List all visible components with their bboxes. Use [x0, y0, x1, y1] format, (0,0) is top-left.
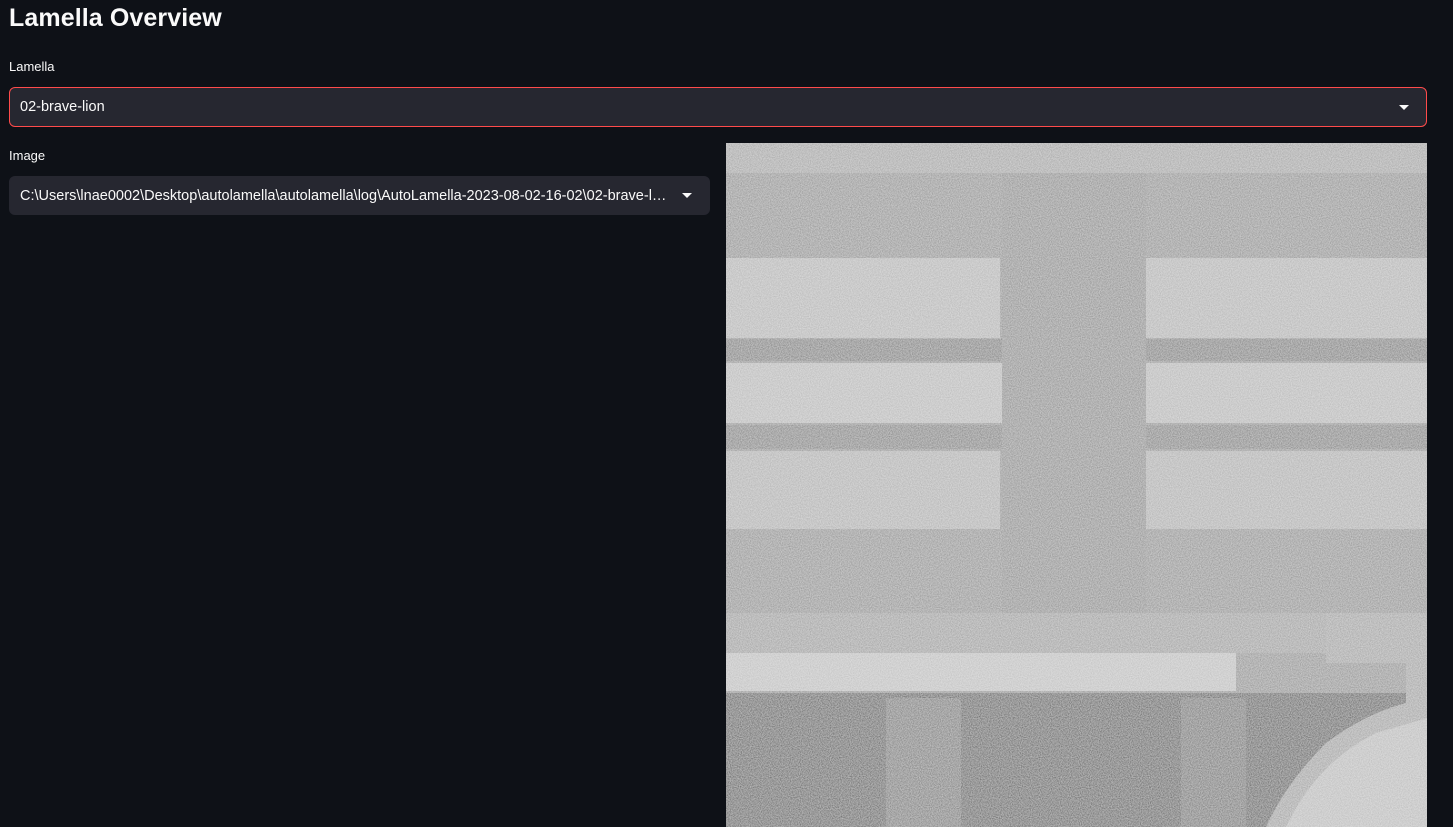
app-root: Lamella Overview Lamella 02-brave-lion I… — [0, 0, 1453, 827]
lamella-select-value: 02-brave-lion — [20, 99, 105, 115]
chevron-down-icon[interactable] — [677, 186, 697, 206]
chevron-down-icon[interactable] — [1394, 97, 1414, 117]
micrograph-svg — [726, 143, 1427, 827]
image-select-value: C:\Users\lnae0002\Desktop\autolamella\au… — [20, 187, 669, 204]
lamella-label: Lamella — [9, 59, 55, 74]
image-label: Image — [9, 148, 46, 163]
lamella-select[interactable]: 02-brave-lion — [9, 87, 1427, 127]
image-select[interactable]: C:\Users\lnae0002\Desktop\autolamella\au… — [9, 176, 710, 215]
page-title: Lamella Overview — [9, 4, 222, 32]
lamella-image — [726, 143, 1427, 827]
